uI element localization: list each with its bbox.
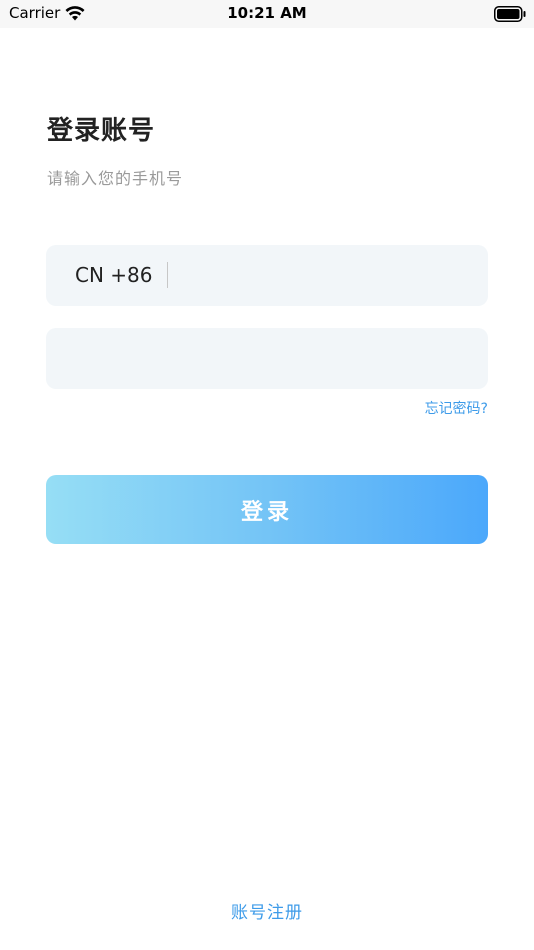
clock: 10:21 AM [227, 4, 307, 22]
page-title: 登录账号 [47, 116, 156, 146]
battery-icon [494, 6, 526, 22]
login-screen: Carrier 10:21 AM 登录账号 请输入您的手机号 CN +86 忘记… [0, 0, 534, 950]
status-bar: Carrier 10:21 AM [0, 0, 534, 28]
forgot-password-link[interactable]: 忘记密码? [425, 398, 488, 418]
phone-field[interactable]: CN +86 [46, 245, 488, 308]
country-code-divider [167, 262, 168, 288]
register-link[interactable]: 账号注册 [0, 898, 534, 923]
login-button[interactable]: 登录 [46, 475, 488, 544]
country-code-selector[interactable]: CN +86 [75, 263, 153, 287]
password-input[interactable] [68, 328, 472, 391]
page-subtitle: 请输入您的手机号 [47, 169, 184, 188]
password-field[interactable] [46, 328, 488, 391]
phone-input[interactable] [180, 245, 474, 308]
